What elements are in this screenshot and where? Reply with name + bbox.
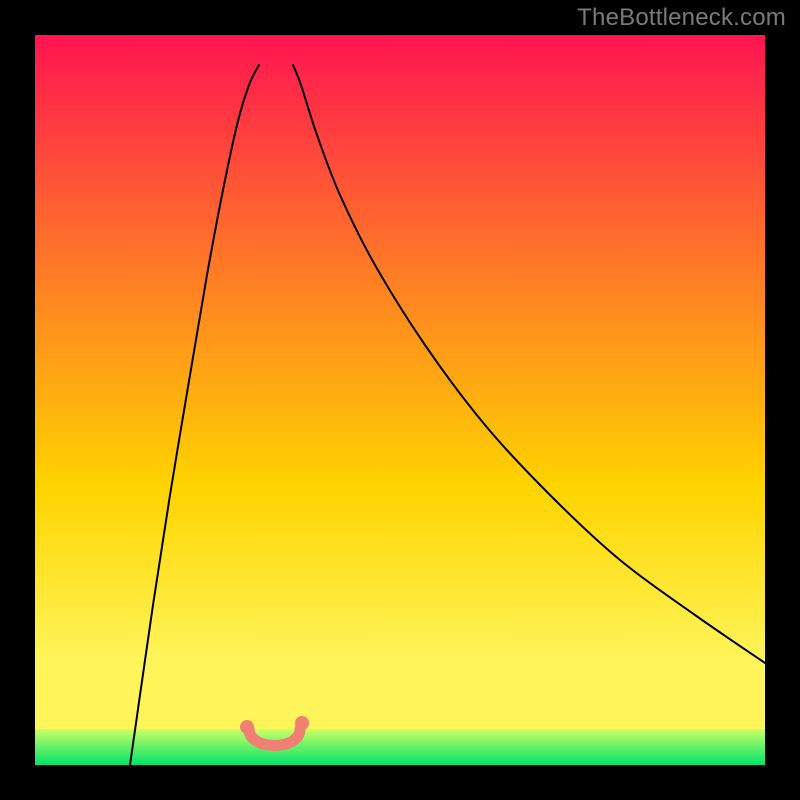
watermark-text: TheBottleneck.com — [577, 4, 786, 32]
chart-frame: TheBottleneck.com — [0, 0, 800, 800]
chart-background — [35, 35, 765, 765]
bottleneck-chart — [35, 35, 765, 765]
green-band — [35, 729, 765, 765]
